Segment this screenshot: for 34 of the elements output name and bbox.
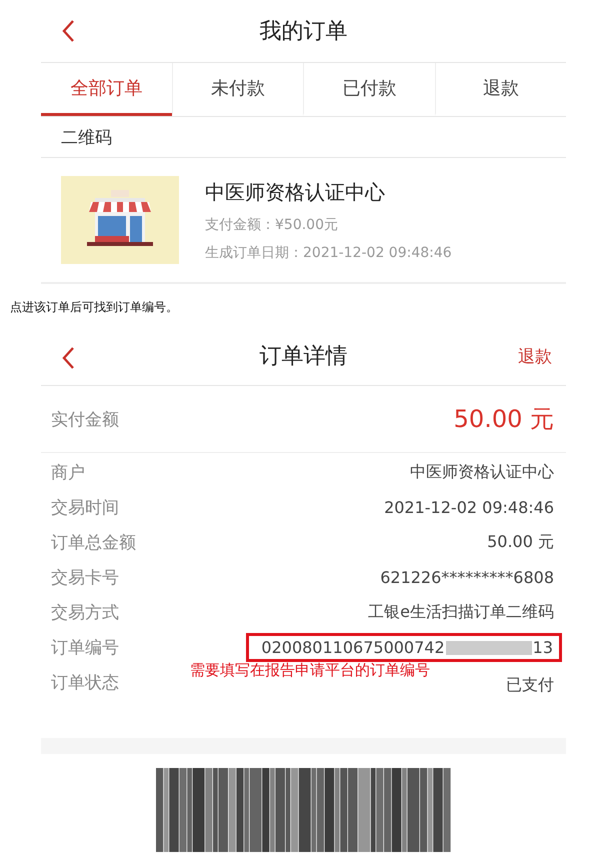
field-label: 交易方式: [51, 602, 119, 624]
field-label: 订单总金额: [51, 532, 136, 554]
paid-amount: 50.00 元: [454, 404, 554, 435]
tab[interactable]: 全部订单: [41, 63, 172, 116]
field-value: 工银e生活扫描订单二维码: [368, 602, 554, 623]
back-icon[interactable]: [61, 346, 75, 370]
field-label: 交易卡号: [51, 567, 119, 589]
tab[interactable]: 已付款: [303, 63, 434, 116]
field-value: 621226*********6808: [380, 568, 554, 587]
shop-icon: [61, 176, 179, 264]
order-item[interactable]: 中医师资格认证中心 支付金额：¥50.00元 生成订单日期：2021-12-02 09:48:46: [41, 158, 566, 284]
order-number: 13: [532, 638, 553, 657]
tab[interactable]: 未付款: [172, 63, 303, 116]
section-label: 二维码: [61, 126, 112, 148]
field-label: 交易时间: [51, 497, 119, 519]
order-date: 生成订单日期：2021-12-02 09:48:46: [205, 244, 452, 262]
field-label: 商户: [51, 462, 85, 484]
tab[interactable]: 退款: [434, 63, 566, 116]
field-label: 实付金额: [51, 408, 119, 430]
refund-link[interactable]: 退款: [518, 345, 552, 368]
caption-text: 点进该订单后可找到订单编号。: [9, 299, 179, 316]
order-number: 020080110675000742: [261, 638, 445, 657]
page-title: 订单详情: [260, 343, 348, 371]
payment-amount: 支付金额：¥50.00元: [205, 216, 339, 234]
field-label: 订单状态: [51, 672, 119, 694]
back-icon[interactable]: [61, 19, 75, 43]
field-value: 中医师资格认证中心: [410, 462, 554, 483]
field-value: 2021-12-02 09:48:46: [384, 498, 554, 517]
page-title: 我的订单: [260, 18, 348, 46]
field-label: 订单编号: [51, 637, 119, 659]
field-value: 已支付: [506, 675, 554, 696]
field-value: 50.00 元: [487, 532, 554, 553]
annotation-text: 需要填写在报告申请平台的订单编号: [190, 661, 430, 680]
merchant-name: 中医师资格认证中心: [205, 178, 386, 206]
